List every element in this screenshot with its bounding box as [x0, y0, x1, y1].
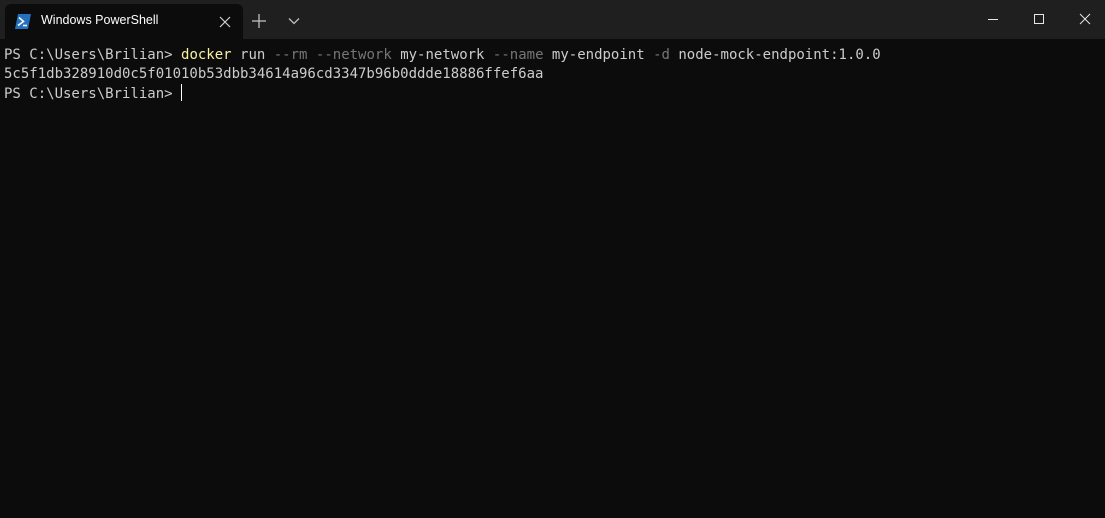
argument-token: node-mock-endpoint:1.0.0	[669, 47, 881, 63]
close-icon	[1079, 13, 1091, 25]
argument-token: my-endpoint	[543, 47, 654, 63]
prompt: PS C:\Users\Brilian>	[4, 47, 182, 63]
parameter-token: --network	[315, 47, 392, 63]
argument-token	[307, 47, 315, 63]
prompt: PS C:\Users\Brilian>	[4, 86, 182, 102]
tab-windows-powershell[interactable]: Windows PowerShell	[5, 4, 243, 39]
terminal-line: PS C:\Users\Brilian> docker run --rm --n…	[4, 46, 881, 65]
terminal-window: Windows PowerShell PS C:\Users\Brilian> …	[0, 0, 1105, 518]
terminal-output-area[interactable]: PS C:\Users\Brilian> docker run --rm --n…	[0, 45, 1105, 518]
text-cursor	[181, 84, 183, 101]
title-bar: Windows PowerShell	[0, 0, 1105, 39]
chevron-down-icon[interactable]	[283, 10, 305, 32]
maximize-icon	[1034, 14, 1044, 24]
argument-token: run	[231, 47, 274, 63]
argument-token: my-network	[391, 47, 493, 63]
parameter-token: -d	[653, 47, 670, 63]
close-icon[interactable]	[217, 14, 233, 30]
parameter-token: --rm	[273, 47, 308, 63]
command-token: docker	[181, 47, 232, 63]
minimize-icon	[988, 19, 998, 20]
maximize-button[interactable]	[1016, 0, 1062, 39]
close-window-button[interactable]	[1062, 0, 1105, 39]
terminal-line: PS C:\Users\Brilian>	[4, 84, 183, 103]
minimize-button[interactable]	[970, 0, 1016, 39]
terminal-line: 5c5f1db328910d0c5f01010b53dbb34614a96cd3…	[4, 65, 543, 84]
parameter-token: --name	[492, 47, 544, 63]
powershell-icon	[15, 14, 31, 29]
container-id-output: 5c5f1db328910d0c5f01010b53dbb34614a96cd3…	[4, 66, 544, 82]
plus-icon[interactable]	[248, 10, 270, 32]
tab-title: Windows PowerShell	[41, 13, 159, 27]
